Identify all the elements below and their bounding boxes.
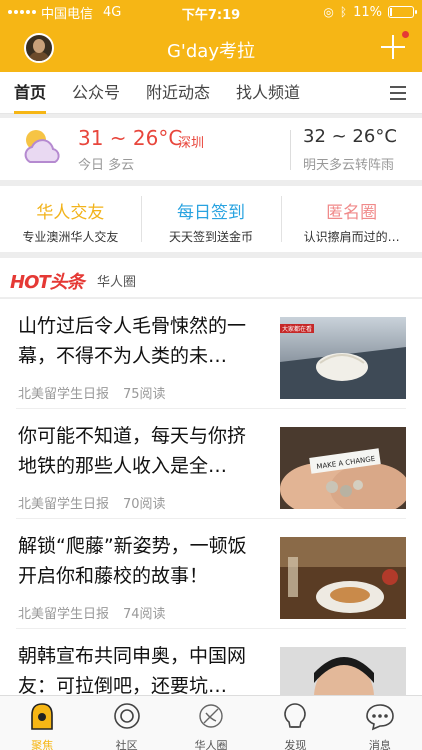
battery-icon (388, 6, 417, 18)
feature-shortcuts: 华人交友 专业澳洲华人交友 每日签到 天天签到送金币 匿名圈 认识擦肩而过的… (0, 186, 422, 252)
discover-icon (284, 703, 307, 728)
feature-title: 匿名圈 (326, 203, 378, 223)
feature-subtitle: 专业澳洲华人交友 (22, 230, 119, 244)
article-meta: 北美留学生日报 70阅读 (18, 493, 166, 512)
article-title: 朝韩宣布共同申奥，中国网友：可拉倒吧，还要坑… (18, 645, 247, 695)
article-source: 北美留学生日报 (18, 607, 110, 622)
nav-discover[interactable]: 发现 (253, 696, 337, 750)
list-item[interactable]: 解锁“爬藤”新姿势，一顿饭开启你和藤校的故事！ 北美留学生日报 74阅读 (16, 519, 406, 629)
list-item[interactable]: 你可能不知道，每天与你挤地铁的那些人收入是全… 北美留学生日报 70阅读 MAKE… (16, 409, 406, 519)
battery-percent: 11% (353, 4, 382, 20)
add-button[interactable] (380, 31, 409, 60)
list-item[interactable]: 山竹过后令人毛骨悚然的一幕，不得不为人类的未… 北美留学生日报 75阅读 大家都在… (16, 299, 406, 409)
signal-icon (8, 10, 36, 14)
article-reads: 75阅读 (123, 387, 166, 402)
article-list: 山竹过后令人毛骨悚然的一幕，不得不为人类的未… 北美留学生日报 75阅读 大家都在… (0, 299, 422, 695)
feature-title: 华人交友 (36, 203, 105, 223)
list-item[interactable]: 朝韩宣布共同申奥，中国网友：可拉倒吧，还要坑… (16, 629, 406, 695)
chinese-circle-icon (199, 704, 223, 728)
nav-label: 发现 (284, 739, 307, 750)
hot-logo: HOT头条 (10, 272, 85, 293)
network-label: 4G (103, 4, 122, 20)
feature-subtitle: 天天签到送金币 (169, 230, 254, 244)
nav-messages[interactable]: 消息 (338, 696, 422, 750)
nav-label: 消息 (368, 739, 391, 750)
today-description: 今日 多云 (78, 158, 135, 173)
nav-label: 社区 (115, 739, 138, 750)
tomorrow-temperature: 32 ~ 26°C (303, 126, 397, 147)
article-meta: 北美留学生日报 75阅读 (18, 383, 166, 402)
article-source: 北美留学生日报 (18, 497, 110, 512)
app-title: G'day考拉 (166, 41, 255, 62)
cloudy-weather-icon (24, 130, 60, 163)
tomorrow-description: 明天多云转阵雨 (303, 158, 395, 173)
app-header: G'day考拉 (0, 24, 422, 72)
tab-home[interactable]: 首页 (14, 72, 47, 114)
weather-card[interactable]: 31 ~ 26°C 深圳 今日 多云 32 ~ 26°C 明天多云转阵雨 (0, 118, 422, 180)
hot-subtitle: 华人圈 (97, 275, 137, 290)
top-bar: 中国电信 4G 下午7:19 ◎ ᛒ 11% G'day考拉 (0, 0, 422, 72)
feature-title: 每日签到 (177, 203, 245, 223)
article-title: 你可能不知道，每天与你挤地铁的那些人收入是全… (18, 425, 247, 477)
article-thumbnail (280, 647, 406, 695)
article-title: 解锁“爬藤”新姿势，一顿饭开启你和藤校的故事！ (18, 535, 247, 587)
carrier-label: 中国电信 (41, 6, 94, 22)
article-thumbnail: MAKE A CHANGE (280, 427, 406, 509)
city-label[interactable]: 深圳 (178, 132, 204, 151)
article-thumbnail: 大家都在看 (280, 317, 406, 399)
article-reads: 70阅读 (123, 497, 166, 512)
hot-headlines-bar[interactable]: HOT头条 华人圈 (0, 258, 422, 298)
bluetooth-icon: ᛒ (339, 5, 348, 19)
article-thumbnail (280, 537, 406, 619)
feature-anonymous[interactable]: 匿名圈 认识擦肩而过的… (281, 186, 422, 252)
article-meta: 北美留学生日报 74阅读 (18, 603, 166, 622)
article-title: 山竹过后令人毛骨悚然的一幕，不得不为人类的未… (18, 315, 247, 367)
article-reads: 74阅读 (123, 607, 166, 622)
feature-subtitle: 认识擦肩而过的… (303, 230, 400, 244)
nav-label: 聚焦 (31, 739, 54, 750)
nav-chinese-circle[interactable]: 华人圈 (169, 696, 253, 750)
feature-checkin[interactable]: 每日签到 天天签到送金币 (140, 186, 282, 252)
focus-icon (31, 703, 54, 730)
tab-official-accounts[interactable]: 公众号 (72, 72, 120, 114)
nav-focus[interactable]: 聚焦 (0, 696, 84, 750)
status-bar: 中国电信 4G 下午7:19 ◎ ᛒ 11% (0, 0, 422, 24)
thumbnail-label: 大家都在看 (282, 325, 312, 333)
notification-dot (402, 31, 409, 38)
channel-tabs: 首页 公众号 附近动态 找人频道 (0, 72, 422, 114)
feature-dating[interactable]: 华人交友 专业澳洲华人交友 (0, 186, 141, 252)
menu-icon[interactable] (390, 86, 406, 100)
nav-label: 华人圈 (194, 739, 228, 750)
article-source: 北美留学生日报 (18, 387, 110, 402)
bottom-navigation: 聚焦 社区 华人圈 发现 消息 (0, 695, 422, 750)
lock-rotation-icon: ◎ (323, 5, 334, 19)
today-temperature: 31 ~ 26°C (78, 126, 183, 150)
message-icon (366, 704, 394, 731)
nav-community[interactable]: 社区 (84, 696, 168, 750)
weather-divider (290, 130, 291, 170)
tab-nearby[interactable]: 附近动态 (146, 72, 210, 114)
tab-find-people[interactable]: 找人频道 (236, 72, 300, 114)
community-icon (113, 703, 140, 729)
